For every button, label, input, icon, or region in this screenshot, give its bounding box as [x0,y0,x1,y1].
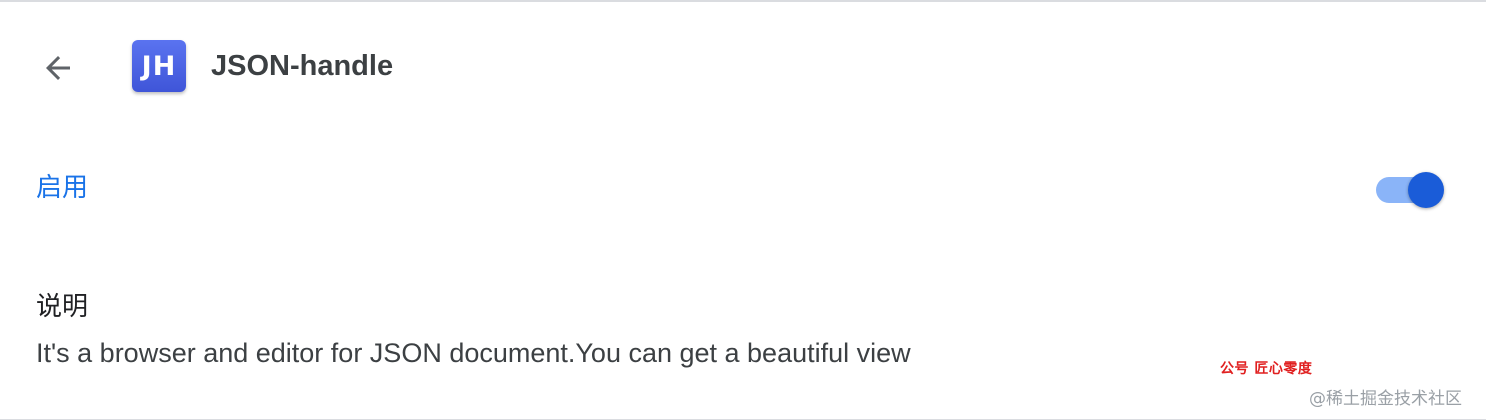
back-button[interactable] [30,40,86,96]
extension-logo-text: JH [141,50,177,82]
arrow-back-icon [40,50,76,86]
extension-title: JSON-handle [211,50,394,82]
enable-label: 启用 [36,173,89,203]
extension-header: JH JSON-handle [0,2,1486,130]
toggle-knob [1408,172,1444,208]
description-heading: 说明 [36,292,89,322]
enable-row: 启用 [0,142,1486,238]
watermark-gray: @稀土掘金技术社区 [1309,389,1462,409]
watermark-red: 公号 匠心零度 [1220,361,1313,377]
description-text: It's a browser and editor for JSON docum… [36,338,911,368]
extension-logo-icon: JH [132,40,186,92]
enable-toggle[interactable] [1376,172,1446,208]
extension-details-page: JH JSON-handle 启用 说明 It's a browser and … [0,0,1486,420]
